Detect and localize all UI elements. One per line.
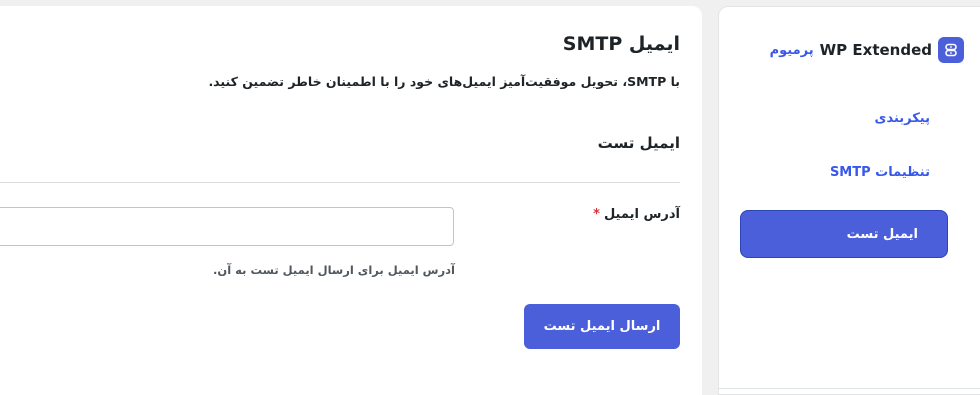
page-description: با SMTP، تحویل موفقیت‌آمیز ایمیل‌های خود…: [208, 74, 680, 89]
sidebar-item-test-email[interactable]: ایمیل تست: [740, 210, 948, 258]
sidebar-item-configuration[interactable]: پیکربندی: [875, 111, 930, 126]
premium-badge: پرمیوم: [769, 42, 814, 58]
main-panel: ایمیل SMTP با SMTP، تحویل موفقیت‌آمیز ای…: [0, 6, 702, 395]
wp-extended-logo-icon: [938, 37, 964, 63]
section-title: ایمیل تست: [597, 134, 680, 152]
email-field-help: آدرس ایمیل برای ارسال ایمیل تست به آن.: [213, 263, 455, 277]
section-divider: [0, 182, 680, 183]
required-mark: *: [593, 207, 600, 222]
email-field[interactable]: [0, 207, 454, 246]
email-field-label: آدرس ایمیل*: [593, 207, 680, 222]
page-title: ایمیل SMTP: [562, 33, 680, 55]
email-field-label-text: آدرس ایمیل: [603, 207, 680, 222]
sidebar: WP Extended پرمیوم پیکربندی تنظیمات SMTP…: [718, 6, 980, 395]
sidebar-item-smtp-settings[interactable]: تنظیمات SMTP: [830, 165, 930, 180]
sidebar-divider: [719, 388, 980, 389]
brand-name: WP Extended: [819, 41, 932, 59]
send-test-email-button[interactable]: ارسال ایمیل تست: [524, 304, 680, 349]
brand: WP Extended پرمیوم: [770, 37, 964, 63]
sidebar-item-label: ایمیل تست: [846, 226, 918, 242]
